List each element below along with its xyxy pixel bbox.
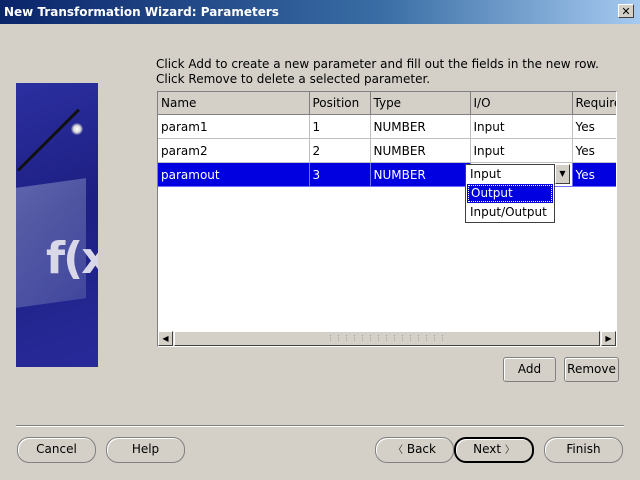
finish-button-label: Finish	[566, 442, 601, 456]
help-button-label: Help	[131, 442, 160, 456]
add-button-label: Add	[517, 362, 542, 376]
wizard-illustration: f(x)	[16, 83, 98, 367]
io-option-output[interactable]: Output	[467, 184, 553, 203]
cell-type[interactable]: NUMBER	[370, 138, 471, 163]
chevron-down-icon[interactable]: ▼	[555, 164, 570, 184]
io-dropdown-list[interactable]: Input Output Input/Output	[465, 164, 555, 223]
window-title: New Transformation Wizard: Parameters	[4, 5, 279, 19]
remove-button[interactable]: Remove	[564, 357, 619, 382]
finish-button[interactable]: Finish	[544, 437, 623, 463]
wand-icon	[16, 108, 80, 172]
instructions-text: Click Add to create a new parameter and …	[156, 57, 599, 86]
column-header-type[interactable]: Type	[370, 92, 471, 115]
cell-name[interactable]: param2	[158, 138, 310, 163]
horizontal-scrollbar[interactable]: ◀ ⋮⋮⋮⋮⋮⋮⋮⋮⋮⋮⋮⋮⋮⋮⋮ ▶	[158, 331, 616, 346]
cell-required[interactable]: Yes	[572, 162, 616, 187]
cell-position[interactable]: 1	[309, 114, 371, 139]
column-header-required[interactable]: Required	[572, 92, 616, 115]
add-button[interactable]: Add	[503, 357, 556, 382]
title-bar[interactable]: New Transformation Wizard: Parameters ✕	[0, 0, 640, 24]
column-header-io[interactable]: I/O	[470, 92, 573, 115]
wizard-window: New Transformation Wizard: Parameters ✕ …	[0, 0, 640, 480]
back-button[interactable]: 〈 Back	[375, 437, 454, 463]
table-row[interactable]: param1 1 NUMBER Input Yes	[158, 114, 616, 139]
scroll-left-icon[interactable]: ◀	[158, 331, 173, 346]
back-button-label: Back	[406, 442, 436, 456]
remove-button-label: Remove	[567, 362, 616, 376]
cancel-button-label: Cancel	[36, 442, 77, 456]
cancel-button[interactable]: Cancel	[17, 437, 96, 463]
cell-required[interactable]: Yes	[572, 114, 616, 139]
cell-io[interactable]: Input	[470, 114, 573, 139]
scroll-thumb[interactable]: ⋮⋮⋮⋮⋮⋮⋮⋮⋮⋮⋮⋮⋮⋮⋮	[174, 331, 600, 346]
io-option-input-output[interactable]: Input/Output	[466, 203, 554, 222]
chevron-right-icon: 〉	[504, 445, 515, 456]
cell-type[interactable]: NUMBER	[370, 162, 471, 187]
cell-name[interactable]: paramout	[158, 162, 310, 187]
close-icon[interactable]: ✕	[618, 4, 634, 18]
cell-io[interactable]: Input	[470, 138, 573, 163]
help-button[interactable]: Help	[106, 437, 185, 463]
function-symbol: f(x)	[46, 233, 98, 284]
cell-name[interactable]: param1	[158, 114, 310, 139]
column-header-position[interactable]: Position	[309, 92, 371, 115]
next-button-label: Next	[473, 442, 502, 456]
footer-separator	[16, 425, 624, 427]
column-header-name[interactable]: Name	[158, 92, 310, 115]
cell-required[interactable]: Yes	[572, 138, 616, 163]
table-row[interactable]: param2 2 NUMBER Input Yes	[158, 138, 616, 163]
grid-header-row: Name Position Type I/O Required	[158, 92, 616, 115]
sparkle-icon	[71, 123, 83, 135]
cell-position[interactable]: 2	[309, 138, 371, 163]
next-button[interactable]: Next 〉	[454, 437, 534, 463]
cell-type[interactable]: NUMBER	[370, 114, 471, 139]
cell-position[interactable]: 3	[309, 162, 371, 187]
io-option-input[interactable]: Input	[466, 165, 554, 184]
scroll-right-icon[interactable]: ▶	[601, 331, 616, 346]
chevron-left-icon: 〈	[393, 445, 404, 456]
